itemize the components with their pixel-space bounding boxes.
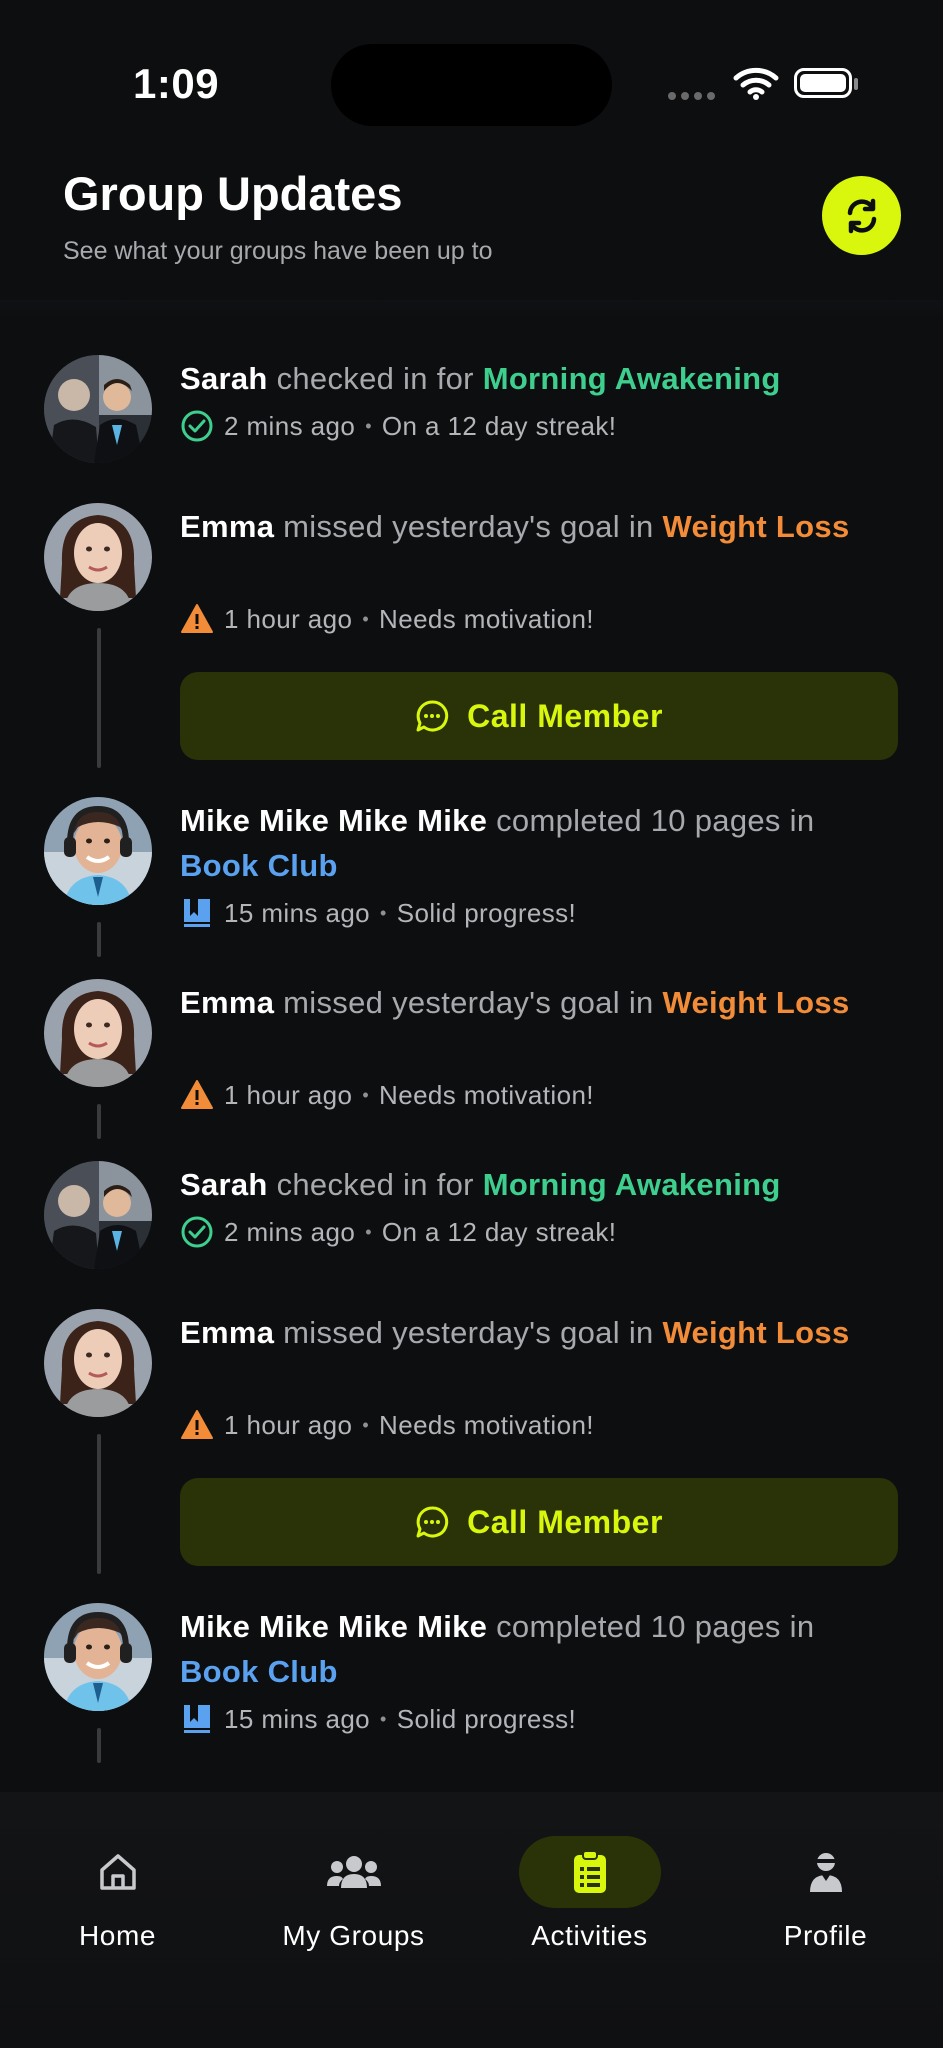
avatar	[44, 797, 152, 905]
clipboard-icon	[573, 1850, 606, 1893]
book-icon	[180, 1702, 214, 1736]
member-name[interactable]: Sarah	[180, 1167, 268, 1202]
refresh-button[interactable]	[822, 176, 901, 255]
activity-meta: 1 hour ago • Needs motivation!	[180, 602, 594, 636]
home-icon	[99, 1854, 136, 1890]
refresh-icon	[847, 198, 876, 233]
member-name[interactable]: Emma	[180, 985, 274, 1020]
group-link[interactable]: Weight Loss	[662, 1315, 849, 1350]
warning-icon	[180, 602, 214, 636]
tab-activities[interactable]: Activities	[472, 1836, 707, 1952]
avatar	[44, 979, 152, 1087]
activity-meta: 2 mins ago • On a 12 day streak!	[180, 409, 616, 443]
check-circle-icon	[180, 1215, 214, 1249]
activity-meta: 1 hour ago • Needs motivation!	[180, 1408, 594, 1442]
profile-icon	[809, 1853, 842, 1892]
avatar	[44, 1603, 152, 1711]
member-name[interactable]: Sarah	[180, 361, 268, 396]
tab-my-groups[interactable]: My Groups	[236, 1836, 471, 1952]
page-title: Group Updates	[63, 167, 403, 220]
group-link[interactable]: Morning Awakening	[483, 361, 781, 396]
avatar	[44, 355, 152, 463]
wifi-icon	[733, 67, 779, 100]
avatar	[44, 1309, 152, 1417]
users-icon	[326, 1856, 381, 1888]
call-member-button[interactable]: Call Member	[180, 672, 898, 760]
avatar	[44, 1161, 152, 1269]
group-link[interactable]: Book Club	[180, 1654, 338, 1689]
member-name[interactable]: Emma	[180, 509, 274, 544]
book-icon	[180, 896, 214, 930]
warning-icon	[180, 1078, 214, 1112]
group-link[interactable]: Weight Loss	[662, 509, 849, 544]
chat-bubble-icon	[416, 1506, 449, 1538]
dynamic-island	[331, 44, 612, 126]
activity-meta: 2 mins ago • On a 12 day streak!	[180, 1215, 616, 1249]
chat-bubble-icon	[416, 700, 449, 732]
activity-meta: 15 mins ago • Solid progress!	[180, 1702, 576, 1736]
check-circle-icon	[180, 409, 214, 443]
cellular-signal-icon	[668, 92, 715, 100]
tab-profile[interactable]: Profile	[708, 1836, 943, 1952]
group-link[interactable]: Book Club	[180, 848, 338, 883]
group-link[interactable]: Morning Awakening	[483, 1167, 781, 1202]
status-bar: 1:09	[0, 0, 943, 130]
call-member-button[interactable]: Call Member	[180, 1478, 898, 1566]
page-subtitle: See what your groups have been up to	[63, 237, 493, 265]
group-link[interactable]: Weight Loss	[662, 985, 849, 1020]
warning-icon	[180, 1408, 214, 1442]
activity-meta: 1 hour ago • Needs motivation!	[180, 1078, 594, 1112]
battery-icon	[794, 68, 858, 98]
tab-home[interactable]: Home	[0, 1836, 235, 1952]
activity-meta: 15 mins ago • Solid progress!	[180, 896, 576, 930]
avatar	[44, 503, 152, 611]
bottom-tab-bar: Home My Groups Activities Profile	[0, 1792, 943, 2048]
member-name[interactable]: Mike Mike Mike Mike	[180, 1609, 487, 1644]
status-time: 1:09	[133, 60, 220, 107]
member-name[interactable]: Emma	[180, 1315, 274, 1350]
member-name[interactable]: Mike Mike Mike Mike	[180, 803, 487, 838]
